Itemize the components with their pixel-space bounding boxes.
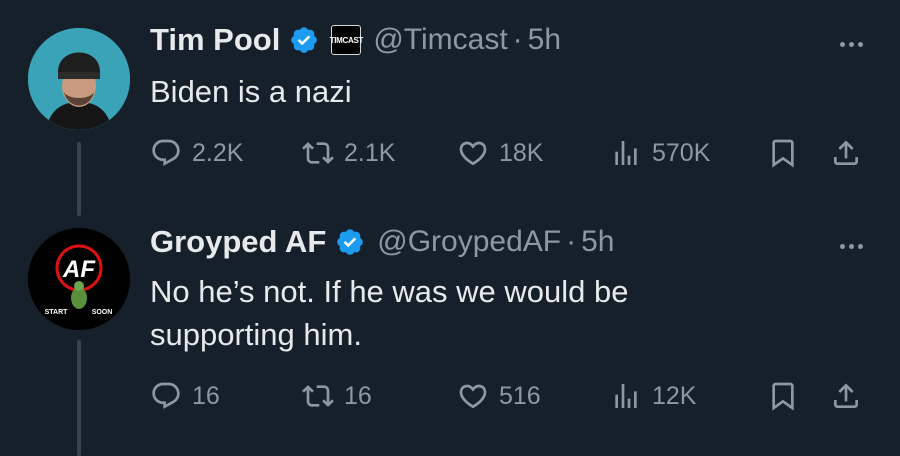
reply-icon xyxy=(150,380,182,412)
avatar-logo-text: AF xyxy=(62,256,96,283)
like-count: 516 xyxy=(499,381,541,410)
views-count: 12K xyxy=(652,381,697,410)
separator-dot: · xyxy=(566,225,577,258)
timestamp[interactable]: 5h xyxy=(581,225,614,259)
avatar[interactable]: AF START SOON xyxy=(28,228,130,330)
views-icon xyxy=(610,380,642,412)
tweet-text-line: supporting him. xyxy=(150,317,362,352)
like-button[interactable]: 516 xyxy=(457,376,541,416)
avatar-image: AF START SOON xyxy=(28,228,130,330)
bookmark-button[interactable] xyxy=(767,376,799,416)
reply-button[interactable]: 16 xyxy=(150,376,220,416)
tweet[interactable]: AF START SOON Groyped AF @GroypedAF · 5h… xyxy=(0,0,900,456)
tweet-header: Groyped AF @GroypedAF · 5h xyxy=(150,224,615,260)
share-icon xyxy=(830,380,862,412)
more-icon[interactable] xyxy=(833,236,869,256)
author-name[interactable]: Groyped AF xyxy=(150,224,326,260)
reply-count: 16 xyxy=(192,381,220,410)
bookmark-icon xyxy=(767,380,799,412)
like-icon xyxy=(457,380,489,412)
share-button[interactable] xyxy=(830,376,862,416)
repost-button[interactable]: 16 xyxy=(302,376,372,416)
repost-icon xyxy=(302,380,334,412)
avatar-left-text: START xyxy=(45,309,69,316)
author-handle[interactable]: @GroypedAF xyxy=(377,225,561,259)
repost-count: 16 xyxy=(344,381,372,410)
tweet-text: No he’s not. If he was we would be suppo… xyxy=(150,270,850,356)
avatar-right-text: SOON xyxy=(92,309,113,316)
views-button[interactable]: 12K xyxy=(610,376,696,416)
action-bar: 16 16 516 12K xyxy=(150,376,875,416)
tweet-text-line: No he’s not. If he was we would be xyxy=(150,274,629,309)
verified-icon[interactable] xyxy=(335,227,365,257)
